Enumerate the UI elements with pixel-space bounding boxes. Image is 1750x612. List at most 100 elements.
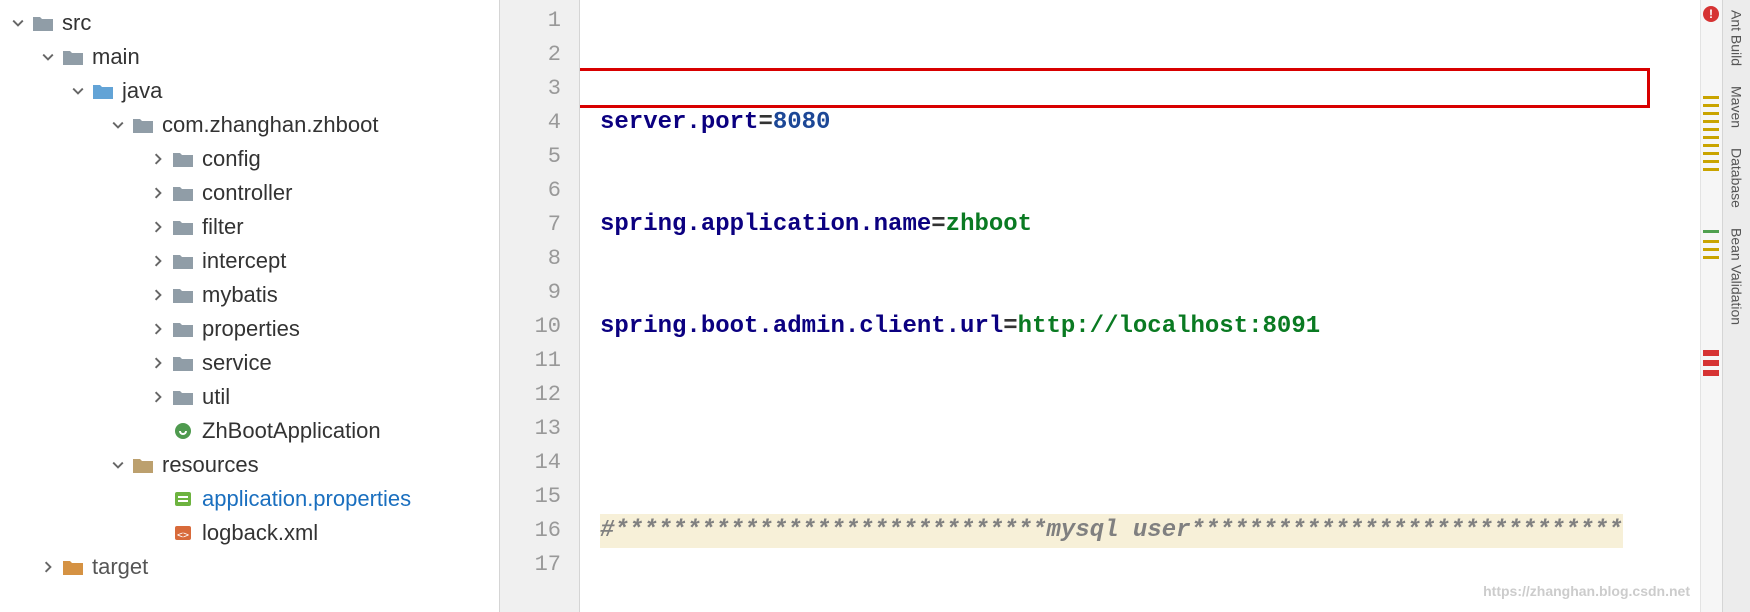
- resources-folder-icon: [132, 454, 154, 476]
- tree-item-package[interactable]: com.zhanghan.zhboot: [8, 108, 499, 142]
- line-number: 10: [500, 310, 561, 344]
- warning-mark[interactable]: [1703, 248, 1719, 251]
- chevron-down-icon: [8, 13, 28, 33]
- tree-item-app-class[interactable]: ZhBootApplication: [8, 414, 499, 448]
- tree-label: intercept: [202, 248, 286, 274]
- prop-value: 8080: [773, 106, 831, 140]
- tree-item-logback[interactable]: <> logback.xml: [8, 516, 499, 550]
- project-tree[interactable]: src main java com.zhanghan.zhboot config…: [0, 0, 500, 612]
- tool-database[interactable]: Database: [1729, 148, 1745, 208]
- error-mark[interactable]: [1703, 370, 1719, 376]
- tree-label: service: [202, 350, 272, 376]
- tree-label: logback.xml: [202, 520, 318, 546]
- equals: =: [758, 106, 772, 140]
- spacer: [148, 489, 168, 509]
- line-number: 4: [500, 106, 561, 140]
- error-mark[interactable]: [1703, 360, 1719, 366]
- line-number: 5: [500, 140, 561, 174]
- warning-mark[interactable]: [1703, 256, 1719, 259]
- line-number: 1: [500, 4, 561, 38]
- warning-mark[interactable]: [1703, 168, 1719, 171]
- warning-mark[interactable]: [1703, 152, 1719, 155]
- error-stripe[interactable]: !: [1700, 0, 1722, 612]
- package-icon: [172, 284, 194, 306]
- package-icon: [132, 114, 154, 136]
- warning-mark[interactable]: [1703, 144, 1719, 147]
- folder-icon: [62, 46, 84, 68]
- ok-mark[interactable]: [1703, 230, 1719, 233]
- tree-label: com.zhanghan.zhboot: [162, 112, 379, 138]
- line-number: 15: [500, 480, 561, 514]
- tree-item-service[interactable]: service: [8, 346, 499, 380]
- line-number: 6: [500, 174, 561, 208]
- tree-item-application-properties[interactable]: application.properties: [8, 482, 499, 516]
- tree-item-target[interactable]: target: [8, 550, 499, 584]
- warning-mark[interactable]: [1703, 96, 1719, 99]
- class-icon: [172, 420, 194, 442]
- tree-label: resources: [162, 452, 259, 478]
- equals: =: [931, 208, 945, 242]
- tree-item-mybatis[interactable]: mybatis: [8, 278, 499, 312]
- tree-item-resources[interactable]: resources: [8, 448, 499, 482]
- tree-item-properties[interactable]: properties: [8, 312, 499, 346]
- tool-ant[interactable]: Ant Build: [1729, 10, 1745, 66]
- line-number: 3: [500, 72, 561, 106]
- chevron-right-icon: [148, 285, 168, 305]
- chevron-right-icon: [148, 149, 168, 169]
- source-folder-icon: [92, 80, 114, 102]
- package-icon: [172, 250, 194, 272]
- tree-item-java[interactable]: java: [8, 74, 499, 108]
- warning-mark[interactable]: [1703, 104, 1719, 107]
- tree-item-intercept[interactable]: intercept: [8, 244, 499, 278]
- prop-key: spring.application.name: [600, 208, 931, 242]
- chevron-right-icon: [148, 217, 168, 237]
- prop-key: spring.boot.admin.client.url: [600, 310, 1003, 344]
- line-number-gutter: 1 2 3 4 5 6 7 8 9 10 11 12 13 14 15 16 1…: [500, 0, 580, 612]
- package-icon: [172, 216, 194, 238]
- properties-file-icon: [172, 488, 194, 510]
- error-icon[interactable]: !: [1703, 6, 1719, 22]
- warning-mark[interactable]: [1703, 120, 1719, 123]
- line-number: 11: [500, 344, 561, 378]
- code-line[interactable]: server.port=8080: [600, 106, 1700, 140]
- code-editor[interactable]: server.port=8080 spring.application.name…: [580, 0, 1700, 612]
- error-mark[interactable]: [1703, 350, 1719, 356]
- svg-text:<>: <>: [177, 530, 189, 541]
- tree-item-util[interactable]: util: [8, 380, 499, 414]
- chevron-right-icon: [148, 353, 168, 373]
- warning-mark[interactable]: [1703, 160, 1719, 163]
- tree-label: filter: [202, 214, 244, 240]
- chevron-down-icon: [108, 115, 128, 135]
- line-number: 13: [500, 412, 561, 446]
- tool-bean-validation[interactable]: Bean Validation: [1729, 228, 1745, 325]
- package-icon: [172, 182, 194, 204]
- tree-item-controller[interactable]: controller: [8, 176, 499, 210]
- package-icon: [172, 352, 194, 374]
- comment: #******************************mysql use…: [600, 514, 1623, 548]
- chevron-right-icon: [38, 557, 58, 577]
- line-number: 2: [500, 38, 561, 72]
- tree-item-config[interactable]: config: [8, 142, 499, 176]
- line-number: 14: [500, 446, 561, 480]
- tool-maven[interactable]: Maven: [1729, 86, 1745, 128]
- tree-label: src: [62, 10, 91, 36]
- tree-item-filter[interactable]: filter: [8, 210, 499, 244]
- tree-label: ZhBootApplication: [202, 418, 381, 444]
- folder-icon: [62, 556, 84, 578]
- watermark: https://zhanghan.blog.csdn.net: [1483, 574, 1690, 608]
- warning-mark[interactable]: [1703, 240, 1719, 243]
- prop-key: server.port: [600, 106, 758, 140]
- code-line[interactable]: spring.boot.admin.client.url=http://loca…: [600, 310, 1700, 344]
- warning-mark[interactable]: [1703, 136, 1719, 139]
- warning-mark[interactable]: [1703, 112, 1719, 115]
- chevron-right-icon: [148, 183, 168, 203]
- tree-label: mybatis: [202, 282, 278, 308]
- warning-mark[interactable]: [1703, 128, 1719, 131]
- code-line[interactable]: [600, 412, 1700, 446]
- code-line[interactable]: spring.application.name=zhboot: [600, 208, 1700, 242]
- code-line[interactable]: #******************************mysql use…: [600, 514, 1700, 548]
- tree-item-src[interactable]: src: [8, 6, 499, 40]
- tree-label: java: [122, 78, 162, 104]
- tree-item-main[interactable]: main: [8, 40, 499, 74]
- xml-file-icon: <>: [172, 522, 194, 544]
